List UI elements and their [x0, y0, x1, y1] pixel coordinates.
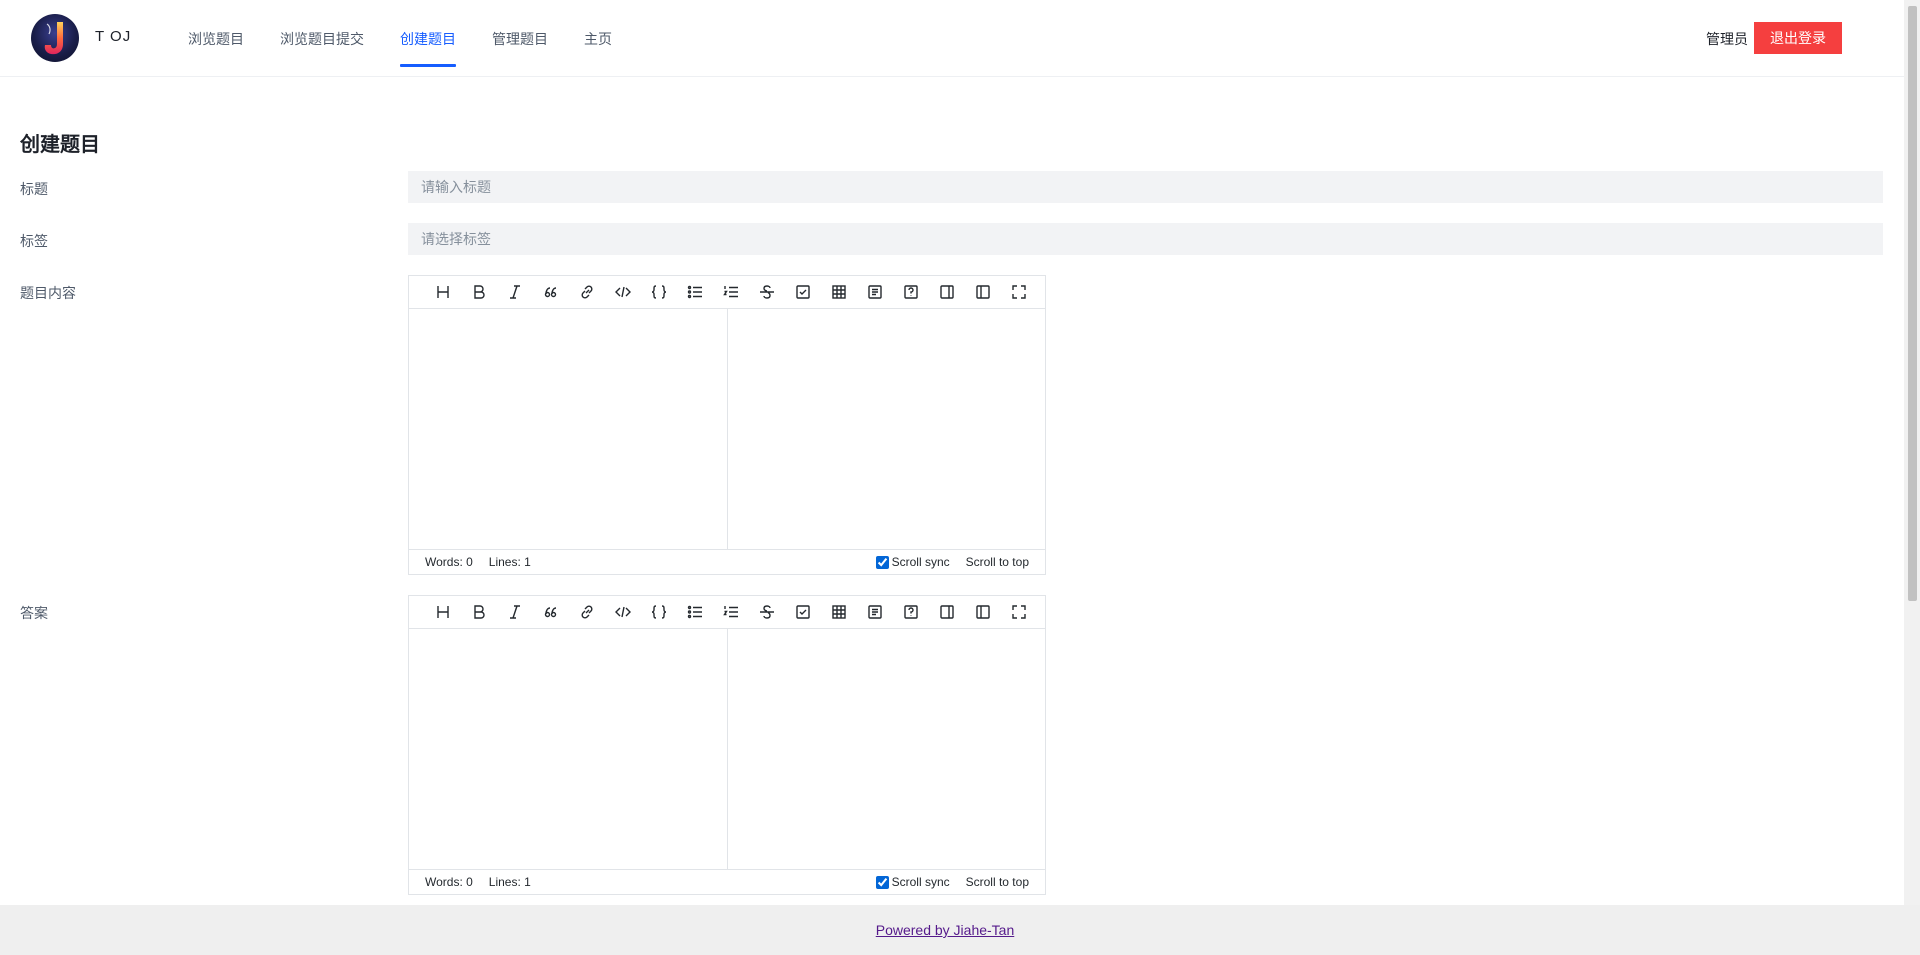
unordered-list-icon[interactable] — [677, 596, 713, 629]
code-icon[interactable] — [605, 276, 641, 309]
nav-browse-problems[interactable]: 浏览题目 — [170, 0, 262, 77]
nav-create-problem[interactable]: 创建题目 — [382, 0, 474, 77]
scrollbar-thumb[interactable] — [1908, 6, 1917, 601]
scroll-sync-checkbox[interactable] — [875, 875, 889, 889]
heading-icon[interactable] — [425, 596, 461, 629]
tags-select[interactable] — [408, 223, 1883, 255]
editor-preview-pane — [728, 309, 1045, 549]
fullscreen-icon[interactable] — [1001, 276, 1037, 309]
preview-only-icon[interactable] — [929, 596, 965, 629]
link-icon[interactable] — [569, 596, 605, 629]
quote-icon[interactable] — [533, 276, 569, 309]
quote-icon[interactable] — [533, 596, 569, 629]
code-block-icon[interactable] — [641, 276, 677, 309]
line-count: Lines: 1 — [488, 555, 531, 569]
nav-home[interactable]: 主页 — [566, 0, 630, 77]
page-title: 创建题目 — [20, 134, 100, 156]
help-icon[interactable] — [893, 276, 929, 309]
nav-manage-problems[interactable]: 管理题目 — [474, 0, 566, 77]
strikethrough-icon[interactable] — [749, 596, 785, 629]
editor-body — [409, 629, 1045, 869]
code-icon[interactable] — [605, 596, 641, 629]
editor-preview-pane — [728, 629, 1045, 869]
editor-input-pane[interactable] — [409, 309, 728, 549]
content-editor: Words: 0 Lines: 1 Scroll sync Scroll to … — [408, 275, 1046, 575]
brand-name[interactable]: T OJ — [95, 28, 131, 45]
answer-label: 答案 — [20, 605, 48, 621]
site-logo[interactable] — [31, 14, 79, 62]
bold-icon[interactable] — [461, 276, 497, 309]
editor-body — [409, 309, 1045, 549]
toc-icon[interactable] — [857, 596, 893, 629]
page-scrollbar[interactable] — [1904, 0, 1920, 905]
nav-label: 浏览题目提交 — [280, 30, 364, 47]
line-count: Lines: 1 — [488, 875, 531, 889]
fullscreen-icon[interactable] — [1001, 596, 1037, 629]
strikethrough-icon[interactable] — [749, 276, 785, 309]
word-count: Words: 0 — [425, 555, 473, 569]
tags-label: 标签 — [20, 233, 48, 249]
split-view-icon[interactable] — [965, 596, 1001, 629]
heading-icon[interactable] — [425, 276, 461, 309]
italic-icon[interactable] — [497, 596, 533, 629]
editor-statusbar: Words: 0 Lines: 1 Scroll sync Scroll to … — [409, 869, 1045, 894]
user-name: 管理员 — [1706, 31, 1748, 47]
task-list-icon[interactable] — [785, 596, 821, 629]
main-nav: 浏览题目 浏览题目提交 创建题目 管理题目 主页 — [170, 0, 630, 77]
title-input[interactable] — [408, 171, 1883, 203]
word-count: Words: 0 — [425, 875, 473, 889]
logo-icon — [44, 22, 63, 55]
task-list-icon[interactable] — [785, 276, 821, 309]
table-icon[interactable] — [821, 596, 857, 629]
help-icon[interactable] — [893, 596, 929, 629]
ordered-list-icon[interactable] — [713, 596, 749, 629]
nav-label: 主页 — [584, 30, 612, 47]
table-icon[interactable] — [821, 276, 857, 309]
link-icon[interactable] — [569, 276, 605, 309]
italic-icon[interactable] — [497, 276, 533, 309]
scroll-sync-toggle[interactable]: Scroll sync — [875, 875, 950, 889]
title-label: 标题 — [20, 181, 48, 197]
editor-statusbar: Words: 0 Lines: 1 Scroll sync Scroll to … — [409, 549, 1045, 574]
footer-credit-link[interactable]: Powered by Jiahe-Tan — [876, 922, 1015, 938]
nav-label: 浏览题目 — [188, 30, 244, 47]
scroll-sync-label: Scroll sync — [891, 555, 950, 569]
nav-browse-submissions[interactable]: 浏览题目提交 — [262, 0, 382, 77]
editor-input-pane[interactable] — [409, 629, 728, 869]
editor-toolbar — [409, 276, 1045, 309]
code-block-icon[interactable] — [641, 596, 677, 629]
logout-button[interactable]: 退出登录 — [1754, 22, 1842, 54]
top-header: T OJ 浏览题目 浏览题目提交 创建题目 管理题目 主页 管理员 退出登录 — [0, 0, 1904, 77]
scroll-sync-toggle[interactable]: Scroll sync — [875, 555, 950, 569]
scroll-to-top-button[interactable]: Scroll to top — [966, 555, 1029, 569]
split-view-icon[interactable] — [965, 276, 1001, 309]
ordered-list-icon[interactable] — [713, 276, 749, 309]
content-label: 题目内容 — [20, 285, 76, 301]
scroll-sync-label: Scroll sync — [891, 875, 950, 889]
toc-icon[interactable] — [857, 276, 893, 309]
editor-toolbar — [409, 596, 1045, 629]
nav-label: 管理题目 — [492, 30, 548, 47]
bold-icon[interactable] — [461, 596, 497, 629]
page-footer: Powered by Jiahe-Tan — [0, 905, 1920, 955]
unordered-list-icon[interactable] — [677, 276, 713, 309]
preview-only-icon[interactable] — [929, 276, 965, 309]
answer-editor: Words: 0 Lines: 1 Scroll sync Scroll to … — [408, 595, 1046, 895]
scroll-sync-checkbox[interactable] — [875, 555, 889, 569]
scroll-to-top-button[interactable]: Scroll to top — [966, 875, 1029, 889]
nav-label: 创建题目 — [400, 30, 456, 47]
